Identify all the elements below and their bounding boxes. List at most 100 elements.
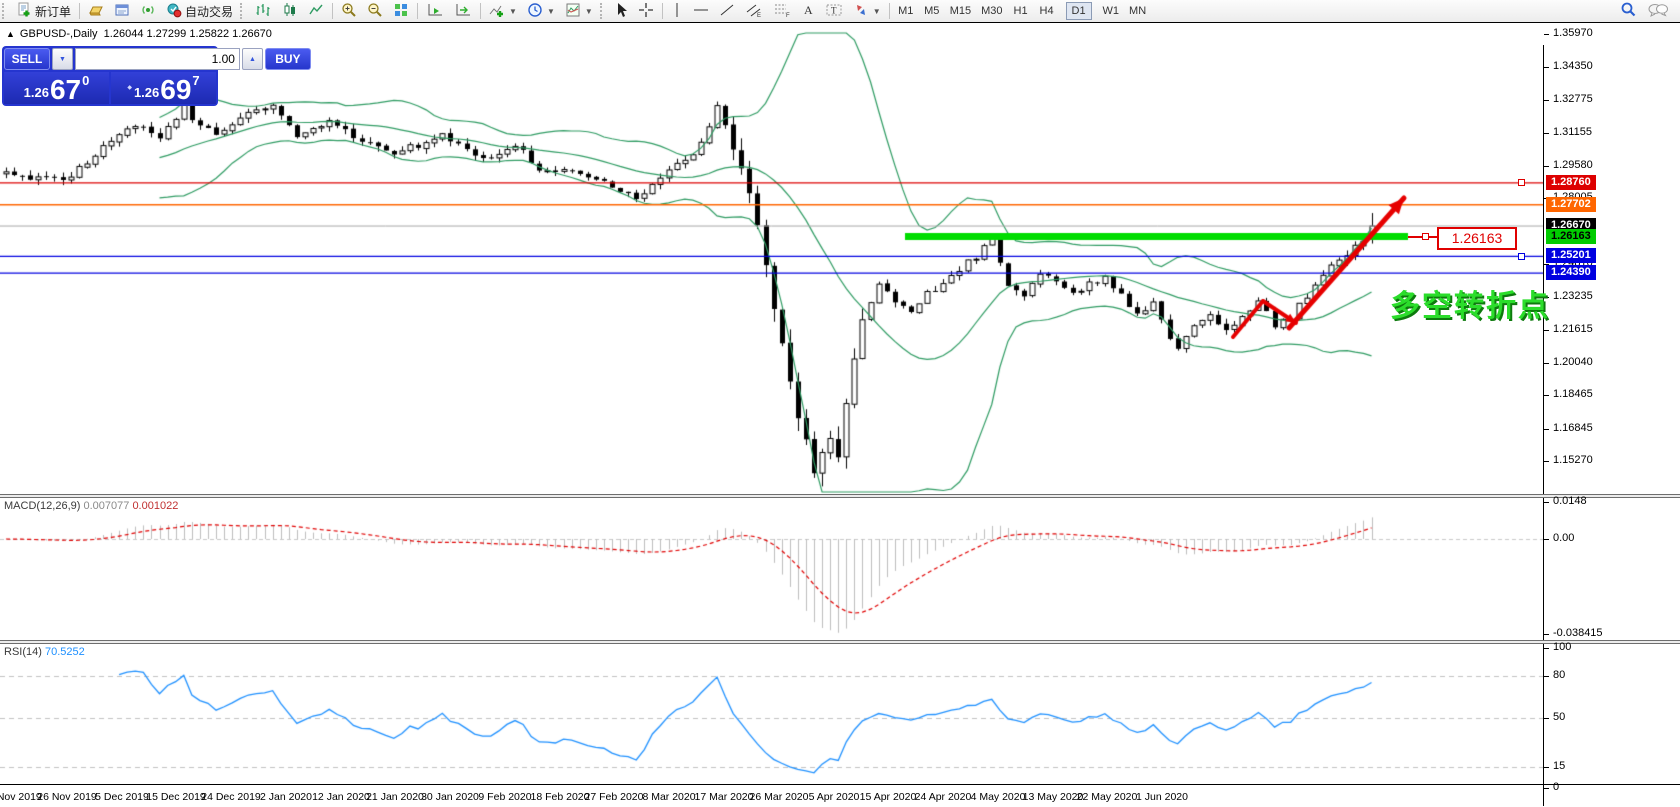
arrows-button[interactable]: ▼ [848,1,886,21]
toolbar-grip[interactable] [240,3,247,19]
timeframe-d1[interactable]: D1 [1065,2,1092,20]
equidistant-channel-button[interactable]: E [740,1,768,21]
toolbar-grip[interactable] [2,3,9,19]
support-line-handle[interactable] [1422,233,1429,240]
new-order-button[interactable]: 新订单 [11,1,76,21]
volume-input[interactable] [74,48,240,70]
buy-price-point: 7 [192,73,200,88]
chat-button[interactable] [1642,1,1674,21]
text-button[interactable]: A [796,1,820,21]
chart-title: ▲ GBPUSD-,Daily 1.26044 1.27299 1.25822 1… [6,28,272,40]
turning-point-annotation[interactable]: 多空转折点 [1390,281,1550,325]
sell-price-point: 0 [82,73,90,88]
hline-handle[interactable] [1518,253,1525,260]
text-label-button[interactable]: T [820,1,848,21]
price-badge-1.28760: 1.28760 [1546,175,1596,190]
svg-text:T: T [831,5,837,15]
zoom-in-button[interactable] [336,1,362,21]
axis-tick [1544,34,1549,35]
axis-tick [1544,767,1549,768]
timeframe-m15[interactable]: M15 [945,2,976,20]
sell-button[interactable]: SELL [4,48,50,70]
toolbar-grip[interactable] [599,3,607,19]
data-window-button[interactable] [109,1,135,21]
crosshair-button[interactable] [633,1,659,21]
axis-tick [1544,67,1549,68]
sell-price[interactable]: 1.26 67 0 [4,72,109,104]
macd-axis: 0.0148 0.00 -0.038415 [1544,495,1680,640]
date-label: 18 Feb 2020 [530,791,590,803]
buy-price[interactable]: ◆ 1.26 69 7 [111,72,216,104]
hline-handle[interactable] [1518,179,1525,186]
rsi-tick-label: 15 [1553,760,1566,772]
tile-windows-icon [393,2,409,21]
one-click-panel-toggle[interactable]: ▲ [6,29,15,39]
timeframe-h1[interactable]: H1 [1008,2,1034,20]
market-watch-button[interactable] [83,1,109,21]
axis-tick [1544,648,1549,649]
price-tick-label: 1.21615 [1553,323,1593,335]
macd-panel: MACD(12,26,9) 0.007077 0.001022 [0,498,1680,640]
macd-tick-label: 0.00 [1553,532,1575,544]
panel-splitter[interactable] [0,640,1680,644]
indicators-button[interactable]: ▼ [484,1,522,21]
tile-windows-button[interactable] [388,1,414,21]
mt4-application: 新订单 自动交易 ▼ ▼ ▼ E F A T ▼ M1 M5 M15 M30 H… [0,0,1680,807]
navigator-button[interactable] [135,1,161,21]
macd-canvas[interactable] [0,498,1543,640]
new-order-label: 新订单 [35,4,72,19]
vertical-line-button[interactable] [666,1,688,21]
panel-splitter[interactable] [0,494,1680,498]
candlestick-chart-button[interactable] [277,1,303,21]
price-badge-1.25201: 1.25201 [1546,248,1596,263]
date-label: 24 Apr 2020 [914,791,972,803]
timeframe-h4[interactable]: H4 [1034,2,1060,20]
date-axis: 17 Nov 201926 Nov 20195 Dec 201915 Dec 2… [0,784,1680,807]
rsi-tick-label: 50 [1553,711,1566,723]
timeframe-m1[interactable]: M1 [893,2,919,20]
buy-button[interactable]: BUY [264,48,311,70]
price-tick-label: 1.16845 [1553,422,1593,434]
axis-tick [1544,718,1549,719]
periods-button[interactable]: ▼ [522,1,560,21]
timeframe-m30[interactable]: M30 [976,2,1007,20]
volume-decrease-button[interactable]: ▼ [52,48,73,70]
date-label: 15 Dec 2019 [146,791,206,803]
macd-label: MACD(12,26,9) 0.007077 0.001022 [4,500,179,512]
horizontal-line-button[interactable] [688,1,714,21]
auto-scroll-button[interactable] [421,1,449,21]
timeframe-m5[interactable]: M5 [919,2,945,20]
axis-tick [1544,539,1549,540]
chart-shift-button[interactable] [449,1,477,21]
svg-text:E: E [757,13,761,18]
support-price-label[interactable]: 1.26163 [1437,227,1517,250]
equidistant-channel-icon: E [745,2,763,21]
fibonacci-button[interactable]: F [768,1,796,21]
dropdown-caret: ▼ [872,6,881,16]
date-label: 4 May 2020 [970,791,1026,803]
templates-button[interactable]: ▼ [560,1,598,21]
ohlc-open: 1.26044 [103,28,144,40]
line-chart-button[interactable] [303,1,329,21]
date-label: 17 Mar 2020 [694,791,754,803]
search-button[interactable] [1614,1,1642,21]
volume-increase-button[interactable]: ▲ [241,48,263,70]
axis-tick [1544,330,1549,331]
trendline-button[interactable] [714,1,740,21]
zoom-out-button[interactable] [362,1,388,21]
fibonacci-icon: F [773,2,791,21]
price-tick-label: 1.34350 [1553,60,1593,72]
bar-chart-button[interactable] [249,1,277,21]
timeframe-w1[interactable]: W1 [1098,2,1125,20]
chart-symbol: GBPUSD-,Daily [19,28,98,40]
price-tick-label: 1.29580 [1553,159,1593,171]
rsi-canvas[interactable] [0,644,1543,784]
cursor-button[interactable] [609,1,633,21]
main-chart-canvas[interactable] [0,23,1543,494]
candlestick-chart-icon [282,2,298,21]
date-label: 27 Feb 2020 [584,791,644,803]
timeframe-mn[interactable]: MN [1124,2,1151,20]
sell-price-pips: 67 [49,74,82,105]
autotrading-button[interactable]: 自动交易 [161,1,238,21]
one-click-trading-panel: SELL ▼ ▲ BUY 1.26 67 0 ◆ 1.26 69 [2,46,311,106]
